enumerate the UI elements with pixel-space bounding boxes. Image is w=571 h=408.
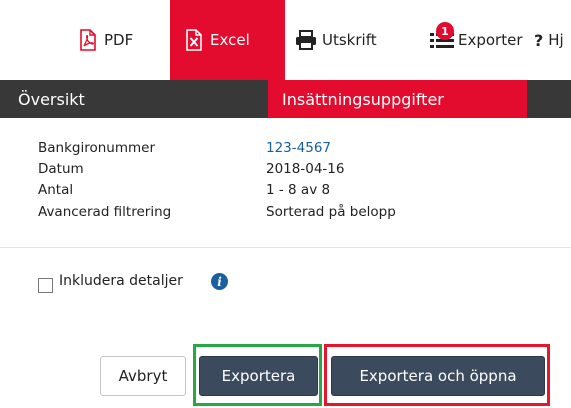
export-list-button[interactable]: Exporter 1 (430, 0, 523, 80)
include-details-label[interactable]: Inkludera detaljer (59, 273, 183, 289)
printer-icon (295, 30, 317, 50)
pdf-file-icon (78, 29, 98, 51)
pdf-button[interactable]: PDF (78, 0, 133, 80)
excel-file-icon (184, 29, 204, 51)
export-toolbar: PDF Excel Utskrift Exporter 1 ? Hj (0, 0, 571, 80)
export-and-open-button[interactable]: Exportera och öppna (331, 356, 545, 396)
detail-key: Antal (38, 182, 74, 198)
print-button[interactable]: Utskrift (295, 0, 377, 80)
cancel-button[interactable]: Avbryt (100, 356, 186, 396)
help-button[interactable]: ? Hj (534, 0, 564, 80)
info-icon[interactable]: i (211, 273, 228, 290)
tab-bar: Översikt Insättningsuppgifter (0, 80, 571, 118)
detail-value: Sorterad på belopp (266, 204, 396, 220)
export-list-label: Exporter (458, 31, 523, 49)
tab-deposit-details[interactable]: Insättningsuppgifter (268, 80, 527, 118)
detail-key: Avancerad filtrering (38, 204, 172, 220)
notification-badge: 1 (436, 22, 454, 40)
detail-value: 1 - 8 av 8 (266, 182, 331, 198)
pdf-label: PDF (104, 31, 134, 49)
excel-button[interactable]: Excel (170, 0, 285, 80)
detail-key: Datum (38, 161, 84, 177)
options-section: Inkludera detaljer i (0, 248, 571, 320)
include-details-checkbox[interactable] (38, 278, 53, 293)
detail-key: Bankgironummer (38, 140, 156, 156)
bankgiro-link[interactable]: 123-4567 (266, 140, 331, 156)
print-label: Utskrift (322, 31, 377, 49)
export-button[interactable]: Exportera (199, 356, 318, 396)
details-panel: Bankgironummer 123-4567 Datum 2018-04-16… (0, 118, 571, 248)
help-label: Hj (548, 31, 564, 49)
tab-overview[interactable]: Översikt (18, 80, 85, 118)
question-mark-icon: ? (534, 30, 544, 50)
excel-label: Excel (210, 31, 250, 49)
detail-value: 2018-04-16 (266, 161, 345, 177)
